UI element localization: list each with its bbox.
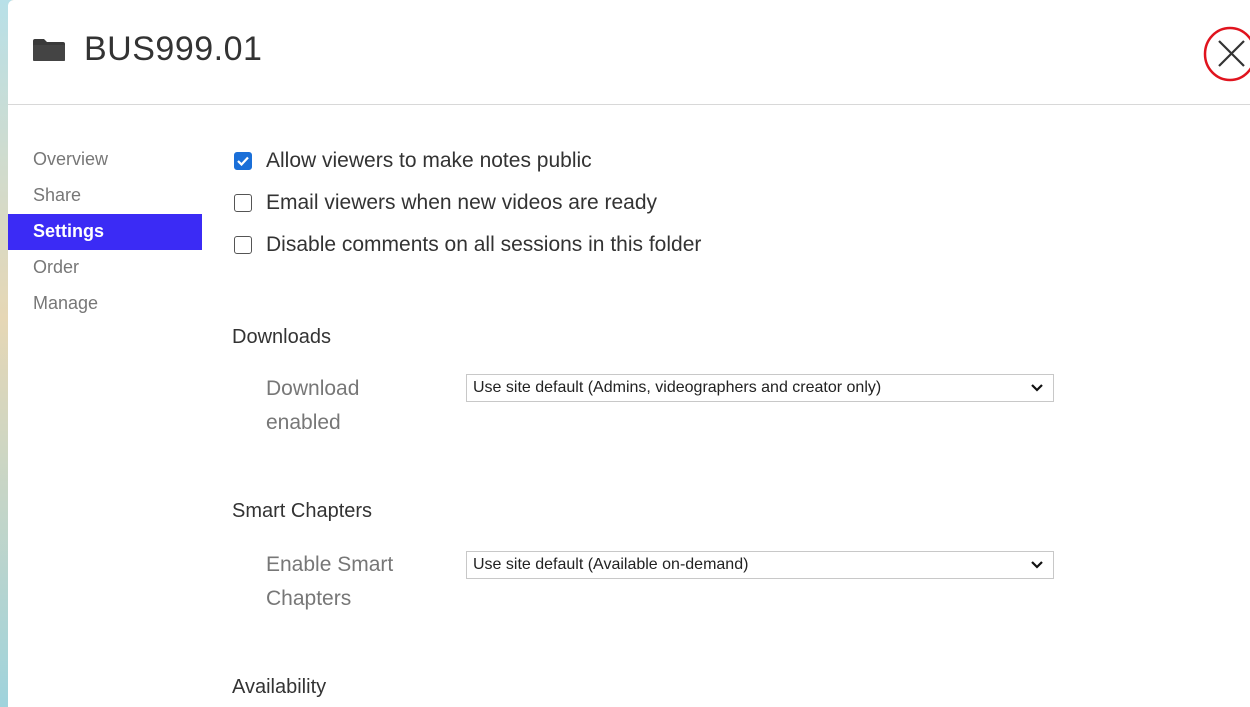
sidebar-item-share[interactable]: Share — [8, 178, 202, 214]
sidebar-item-order[interactable]: Order — [8, 250, 202, 286]
availability-heading: Availability — [232, 676, 327, 698]
email-viewers-row: Email viewers when new videos are ready — [232, 182, 1212, 224]
download-enabled-label: Download enabled — [266, 377, 360, 434]
folder-icon — [33, 39, 65, 61]
email-viewers-label: Email viewers when new videos are ready — [266, 191, 658, 214]
sidebar-nav: Overview Share Settings Order Manage — [8, 142, 202, 322]
download-enabled-value: Use site default (Admins, videographers … — [473, 379, 882, 396]
page-title: BUS999.01 — [84, 30, 263, 68]
disable-comments-label: Disable comments on all sessions in this… — [266, 233, 702, 256]
disable-comments-row: Disable comments on all sessions in this… — [232, 224, 1212, 266]
dialog-header: BUS999.01 — [8, 0, 1250, 105]
folder-settings-dialog: BUS999.01 Overview Share Settings Order … — [8, 0, 1250, 707]
checkmark-icon — [237, 156, 249, 166]
enable-smart-chapters-label: Enable Smart Chapters — [266, 553, 394, 610]
allow-public-notes-checkbox[interactable] — [234, 152, 252, 170]
sidebar-item-settings[interactable]: Settings — [8, 214, 202, 250]
email-viewers-checkbox[interactable] — [234, 194, 252, 212]
sidebar-item-overview[interactable]: Overview — [8, 142, 202, 178]
settings-panel: Allow viewers to make notes public Email… — [232, 140, 1212, 698]
enable-smart-chapters-select[interactable]: Use site default (Available on-demand) — [466, 551, 1054, 579]
downloads-heading: Downloads — [232, 326, 331, 348]
download-enabled-select[interactable]: Use site default (Admins, videographers … — [466, 374, 1054, 402]
allow-public-notes-label: Allow viewers to make notes public — [266, 149, 592, 172]
sidebar-item-manage[interactable]: Manage — [8, 286, 202, 322]
allow-public-notes-row: Allow viewers to make notes public — [232, 140, 1212, 182]
smart-chapters-heading: Smart Chapters — [232, 500, 373, 522]
enable-smart-chapters-value: Use site default (Available on-demand) — [473, 556, 749, 573]
disable-comments-checkbox[interactable] — [234, 236, 252, 254]
chevron-down-icon — [1031, 561, 1043, 569]
close-icon[interactable] — [1200, 26, 1250, 82]
chevron-down-icon — [1031, 384, 1043, 392]
